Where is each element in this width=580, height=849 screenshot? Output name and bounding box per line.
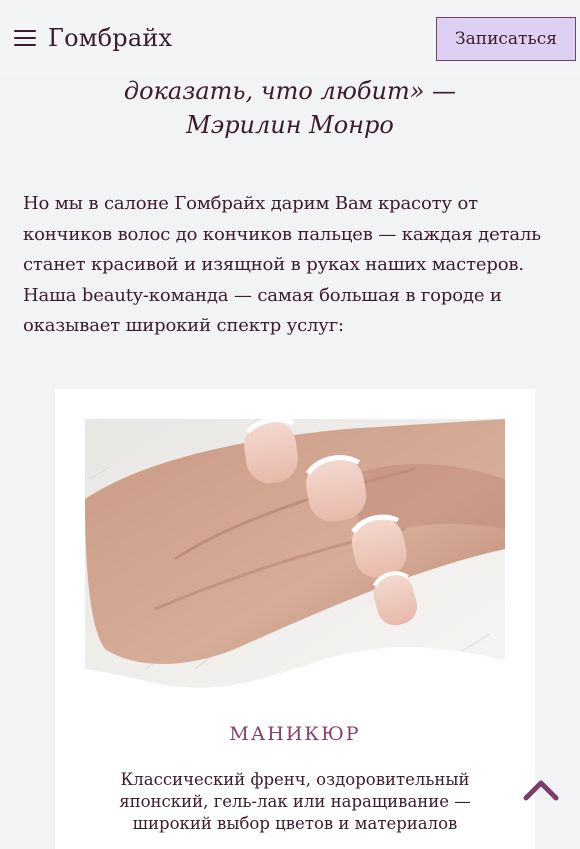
service-title: МАНИКЮР (229, 723, 361, 745)
hamburger-icon[interactable] (14, 30, 36, 48)
chevron-up-icon[interactable] (522, 776, 560, 802)
service-description: Классический френч, оздоровительный япон… (119, 770, 471, 833)
quote-block: доказать, что любит» — Мэрилин Монро (0, 74, 580, 142)
intro-paragraph: Но мы в салоне Гомбрайх дарим Вам красот… (23, 193, 541, 336)
quote-author: Мэрилин Монро (186, 111, 394, 139)
book-button[interactable]: Записаться (436, 17, 576, 61)
site-header: Гомбрайх Записаться (0, 0, 580, 80)
manicure-photo (85, 419, 505, 688)
service-card-manicure[interactable]: МАНИКЮР Классический френч, оздоровитель… (55, 389, 535, 849)
brand-logo[interactable]: Гомбрайх (48, 24, 172, 52)
